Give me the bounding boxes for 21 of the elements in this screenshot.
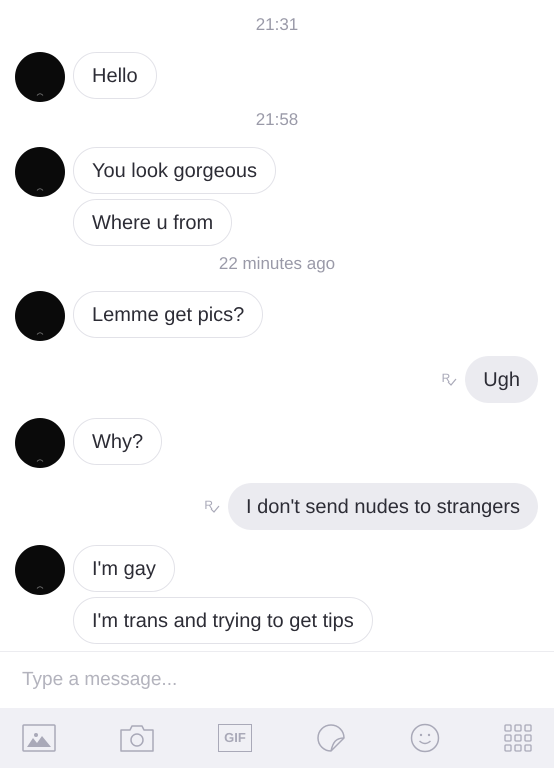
image-icon[interactable] bbox=[22, 724, 56, 752]
message-bubble: You look gorgeous bbox=[73, 147, 276, 194]
gif-button[interactable]: GIF bbox=[218, 724, 252, 752]
message-bubble: I'm gay bbox=[73, 545, 175, 592]
timestamp: 21:58 bbox=[256, 109, 298, 131]
message-input[interactable]: Type a message... bbox=[22, 666, 532, 694]
message-bubble: Ugh bbox=[465, 356, 538, 403]
camera-icon[interactable] bbox=[120, 724, 154, 752]
read-receipt: R bbox=[204, 499, 220, 514]
timestamp: 22 minutes ago bbox=[218, 253, 336, 275]
read-receipt: R bbox=[442, 372, 458, 387]
message-bubble: Hello bbox=[73, 52, 157, 99]
message-bubble: Why? bbox=[73, 418, 162, 465]
sticker-icon[interactable] bbox=[316, 723, 346, 753]
emoji-icon[interactable] bbox=[410, 723, 440, 753]
timestamp: 21:31 bbox=[256, 14, 298, 36]
message-bubble: Where u from bbox=[73, 199, 232, 246]
message-bubble: I don't send nudes to strangers bbox=[228, 483, 538, 530]
message-bubble: I'm trans and trying to get tips bbox=[73, 597, 373, 644]
grid-icon[interactable] bbox=[504, 724, 532, 752]
message-bubble: Lemme get pics? bbox=[73, 291, 264, 338]
